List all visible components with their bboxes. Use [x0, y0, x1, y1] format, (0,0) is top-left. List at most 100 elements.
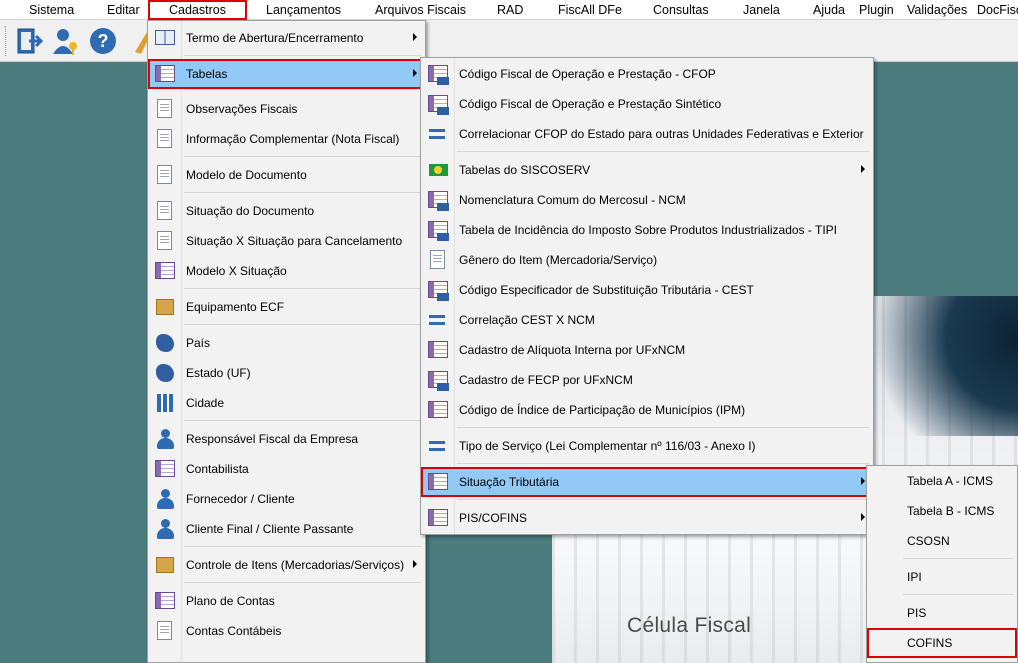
tabelas-menu-item[interactable]: Tipo de Serviço (Lei Complementar nº 116…: [421, 431, 873, 461]
menu-separator: [184, 582, 421, 583]
cadastros-menu-item[interactable]: Termo de Abertura/Encerramento: [148, 23, 425, 53]
situacao-menu-item-label: PIS: [907, 606, 927, 620]
cadastros-menu-item-label: Tabelas: [186, 67, 228, 81]
menu-separator: [184, 546, 421, 547]
cadastros-menu-item-label: Estado (UF): [186, 366, 251, 380]
cadastros-menu-item-label: Cidade: [186, 396, 225, 410]
user-key-button[interactable]: [49, 24, 83, 58]
user-key-icon: [53, 29, 77, 55]
cadastros-menu-item-label: Plano de Contas: [186, 594, 275, 608]
tabelas-menu-item[interactable]: Correlação CEST X NCM: [421, 305, 873, 335]
cadastros-menu-item[interactable]: Tabelas: [148, 59, 425, 89]
tabelas-menu-item[interactable]: Tabela de Incidência do Imposto Sobre Pr…: [421, 215, 873, 245]
tabelas-menu-item[interactable]: PIS/COFINS: [421, 503, 873, 533]
cadastros-menu-item[interactable]: Cliente Final / Cliente Passante: [148, 514, 425, 544]
tabelas-menu-item[interactable]: Cadastro de FECP por UFxNCM: [421, 365, 873, 395]
tabelas-menu-item[interactable]: Cadastro de Alíquota Interna por UFxNCM: [421, 335, 873, 365]
cadastros-menu-item[interactable]: Observações Fiscais: [148, 94, 425, 124]
cadastros-menu-item[interactable]: Equipamento ECF: [148, 292, 425, 322]
cadastros-menu-item-label: Responsável Fiscal da Empresa: [186, 432, 359, 446]
menu-arquivos-fiscais[interactable]: Arquivos Fiscais: [375, 2, 466, 18]
cadastros-menu-item[interactable]: Cidade: [148, 388, 425, 418]
cadastros-menu-item[interactable]: Fornecedor / Cliente: [148, 484, 425, 514]
menu-fiscall-dfe[interactable]: FiscAll DFe: [558, 2, 622, 18]
cfop-summary-icon: [427, 93, 449, 115]
menu-ajuda[interactable]: Ajuda: [813, 2, 845, 18]
situacao-menu-item[interactable]: Tabela B - ICMS: [867, 496, 1017, 526]
people-icon: [154, 488, 176, 510]
document-icon: [154, 164, 176, 186]
genre-icon: [427, 249, 449, 271]
tabelas-menu-item-label: Tabela de Incidência do Imposto Sobre Pr…: [459, 223, 837, 237]
cadastros-menu-item-label: Modelo de Documento: [186, 168, 307, 182]
binoculars-doc-icon: [154, 98, 176, 120]
cadastros-menu-item[interactable]: Responsável Fiscal da Empresa: [148, 424, 425, 454]
cadastros-menu-item-label: Controle de Itens (Mercadorias/Serviços): [186, 558, 405, 572]
tabelas-menu-item[interactable]: Código Fiscal de Operação e Prestação - …: [421, 59, 873, 89]
tipi-icon: [427, 219, 449, 241]
cadastros-menu-item[interactable]: Modelo de Documento: [148, 160, 425, 190]
menu-rad[interactable]: RAD: [497, 2, 523, 18]
cadastros-menu-item[interactable]: Contabilista: [148, 454, 425, 484]
tabelas-menu-item[interactable]: Nomenclatura Comum do Mercosul - NCM: [421, 185, 873, 215]
menu-validacoes[interactable]: Validações: [907, 2, 967, 18]
person-icon: [154, 428, 176, 450]
toolbar-grip[interactable]: [5, 26, 8, 56]
tabelas-menu-item-label: Cadastro de FECP por UFxNCM: [459, 373, 633, 387]
tax-status-icon: [427, 471, 449, 493]
menu-janela[interactable]: Janela: [743, 2, 780, 18]
situacao-menu-item[interactable]: IPI: [867, 562, 1017, 592]
box-clock-icon: [154, 554, 176, 576]
tabelas-menu-item[interactable]: Situação Tributária: [421, 467, 873, 497]
cadastros-menu-item[interactable]: Controle de Itens (Mercadorias/Serviços): [148, 550, 425, 580]
cadastros-menu-item[interactable]: Situação X Situação para Cancelamento: [148, 226, 425, 256]
situacao-menu-item-label: Tabela B - ICMS: [907, 504, 995, 518]
state-map-icon: [154, 362, 176, 384]
tabelas-menu-item-label: Situação Tributária: [459, 475, 560, 489]
cest-icon: [427, 279, 449, 301]
cadastros-menu-item-label: Contas Contábeis: [186, 624, 282, 638]
cadastros-menu-item[interactable]: País: [148, 328, 425, 358]
situacao-menu-item[interactable]: COFINS: [867, 628, 1017, 658]
menu-lancamentos[interactable]: Lançamentos: [266, 2, 341, 18]
situacao-menu-item[interactable]: Tabela A - ICMS: [867, 466, 1017, 496]
cadastros-menu-item[interactable]: Contas Contábeis: [148, 616, 425, 646]
situacao-menu-item[interactable]: PIS: [867, 598, 1017, 628]
situacao-menu-item-label: CSOSN: [907, 534, 950, 548]
menu-separator: [903, 558, 1013, 559]
situacao-menu-item[interactable]: CSOSN: [867, 526, 1017, 556]
menu-cadastros[interactable]: Cadastros: [148, 0, 247, 20]
person-icon: [154, 518, 176, 540]
menu-plugin[interactable]: Plugin: [859, 2, 894, 18]
cadastros-menu-item[interactable]: Situação do Documento: [148, 196, 425, 226]
doc-warning-icon: [154, 230, 176, 252]
menu-consultas[interactable]: Consultas: [653, 2, 709, 18]
doc-grid-icon: [154, 260, 176, 282]
table-icon: [154, 63, 176, 85]
tabelas-menu-item[interactable]: Código Especificador de Substituição Tri…: [421, 275, 873, 305]
tabelas-menu-item[interactable]: Código de Índice de Participação de Muni…: [421, 395, 873, 425]
rate-icon: [427, 339, 449, 361]
cadastros-menu-item[interactable]: Informação Complementar (Nota Fiscal): [148, 124, 425, 154]
correlate-icon: [427, 309, 449, 331]
submenu-arrow-icon: [861, 477, 865, 485]
tabelas-menu-item-label: Tipo de Serviço (Lei Complementar nº 116…: [459, 439, 756, 453]
tabelas-menu-item[interactable]: Gênero do Item (Mercadoria/Serviço): [421, 245, 873, 275]
account-icon: [154, 620, 176, 642]
cadastros-menu-item[interactable]: Plano de Contas: [148, 586, 425, 616]
ncm-icon: [427, 189, 449, 211]
tabelas-menu-item[interactable]: Tabelas do SISCOSERV: [421, 155, 873, 185]
ipm-icon: [427, 399, 449, 421]
menu-sistema[interactable]: Sistema: [29, 2, 74, 18]
menu-editar[interactable]: Editar: [107, 2, 140, 18]
cadastros-menu-item[interactable]: Modelo X Situação: [148, 256, 425, 286]
tabelas-menu-item[interactable]: Código Fiscal de Operação e Prestação Si…: [421, 89, 873, 119]
help-button[interactable]: ?: [86, 24, 120, 58]
svg-text:?: ?: [98, 31, 109, 51]
menu-separator: [457, 427, 869, 428]
exit-button[interactable]: [13, 24, 47, 58]
tabelas-menu-item[interactable]: Correlacionar CFOP do Estado para outras…: [421, 119, 873, 149]
menu-docfisc[interactable]: DocFisc: [977, 2, 1018, 18]
cadastros-menu-item[interactable]: Estado (UF): [148, 358, 425, 388]
submenu-arrow-icon: [861, 165, 865, 173]
